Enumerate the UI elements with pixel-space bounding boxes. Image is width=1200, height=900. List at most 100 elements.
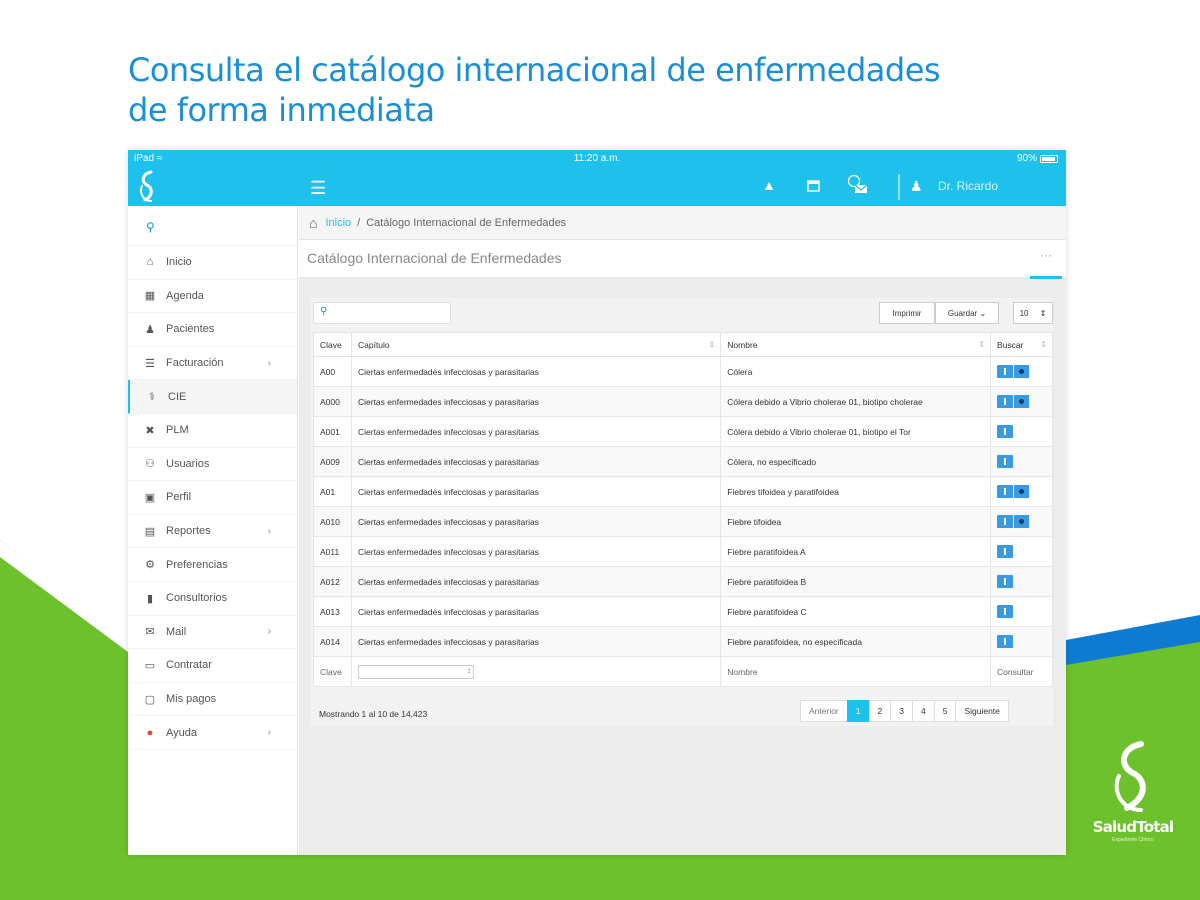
info-button-icon[interactable] [997,425,1014,438]
table-row[interactable]: A009 Ciertas enfermedades infecciosas y p… [313,446,1053,477]
info-button-icon[interactable] [997,455,1014,468]
table-row[interactable]: A012 Ciertas enfermedades infecciosas y p… [313,566,1053,597]
search-detail-button-icon[interactable] [1014,395,1030,408]
info-button-icon[interactable] [997,635,1014,648]
gear-icon: ⚙ [145,559,155,572]
consult-button[interactable]: Consultar [990,656,1053,687]
info-button-icon[interactable] [997,575,1014,588]
user-icon[interactable]: ♟ [910,178,923,195]
filter-capitulo-cell [350,656,722,687]
home-icon[interactable]: ⌂ [309,215,317,231]
alert-icon[interactable]: ▲ [758,174,780,196]
table-row[interactable]: A010 Ciertas enfermedades infecciosas y p… [313,506,1053,537]
search-detail-button-icon[interactable] [1014,365,1030,378]
battery-status: 90% [1017,153,1058,164]
sidebar-item-mail[interactable]: ✉ Mail › [128,616,297,650]
cell-nombre: Cólera debido a Vibrio cholerae 01, biot… [720,386,992,417]
sidebar-item-consultorios[interactable]: ▮ Consultorios [128,582,297,616]
cell-nombre: Fiebre paratifoidea, no especificada [720,626,992,657]
cell-buscar [990,536,1053,567]
sidebar-item-label: Facturación [166,357,224,370]
calendar-icon[interactable] [802,174,824,196]
search-detail-button-icon[interactable] [1014,515,1030,528]
cell-clave: A01 [313,476,352,507]
print-button[interactable]: Imprimir [879,302,935,324]
sidebar-item-facturacion[interactable]: ☰ Facturación › [128,347,297,381]
sidebar-item-cie[interactable]: ⚕ CIE [128,380,297,414]
sidebar-item-agenda[interactable]: ▦ Agenda [128,280,297,314]
column-header-nombre[interactable]: Nombre ⇕ [720,332,992,357]
table-row[interactable]: A013 Ciertas enfermedades infecciosas y p… [313,596,1053,627]
cell-clave: A009 [313,446,352,477]
search-detail-button-icon[interactable] [1014,485,1030,498]
cell-nombre: Fiebres tifoidea y paratifoidea [720,476,992,507]
sidebar-search[interactable]: ⚲ [128,206,297,246]
info-button-icon[interactable] [997,605,1014,618]
pagination-next-button[interactable]: Siguiente [955,700,1009,722]
cell-clave: A014 [313,626,352,657]
info-button-icon[interactable] [997,485,1014,498]
pagination-prev-button[interactable]: Anterior [800,700,848,722]
sidebar-item-plm[interactable]: ✖ PLM [128,414,297,448]
sidebar-item-contratar[interactable]: ▭ Contratar [128,649,297,683]
sort-icon: ⇕ [1040,340,1047,349]
more-options-icon[interactable]: ··· [1040,248,1052,262]
calendar-icon: ▦ [144,290,156,303]
table-row[interactable]: A014 Ciertas enfermedades infecciosas y p… [313,626,1053,657]
cell-capitulo: Ciertas enfermedades infecciosas y paras… [350,386,722,417]
page-size-select[interactable]: 10 ⇕ [1013,302,1053,324]
headline-line-2: de forma inmediata [128,91,435,129]
pagination-page-5[interactable]: 5 [933,700,957,722]
table-row[interactable]: A001 Ciertas enfermedades infecciosas y p… [313,416,1053,447]
sidebar-item-label: Reportes [166,525,211,538]
save-dropdown-button[interactable]: Guardar ⌄ [935,302,999,324]
sidebar-item-perfil[interactable]: ▣ Perfil [128,481,297,515]
user-name[interactable]: Dr. Ricardo [938,179,998,193]
column-header-clave[interactable]: Clave [313,332,352,357]
sidebar-item-label: Mis pagos [166,693,217,706]
app-header: ☰ ▲ ♟ Dr. Ricardo [128,168,1066,206]
pagination-page-4[interactable]: 4 [911,700,935,722]
table-search-input[interactable]: ⚲ [313,302,451,324]
help-icon: ● [146,726,154,739]
table-row[interactable]: A011 Ciertas enfermedades infecciosas y p… [313,536,1053,567]
sidebar-item-reportes[interactable]: ▤ Reportes › [128,515,297,549]
sidebar-item-ayuda[interactable]: ● Ayuda › [128,716,297,750]
breadcrumb-home-link[interactable]: Inicio [325,217,351,229]
cell-clave: A011 [313,536,352,567]
pagination-page-1[interactable]: 1 [846,700,870,722]
cell-buscar [990,566,1053,597]
table-row[interactable]: A00 Ciertas enfermedades infecciosas y pa… [313,356,1053,387]
info-button-icon[interactable] [997,545,1014,558]
column-header-buscar[interactable]: Buscar ⇕ [990,332,1053,357]
sidebar-item-label: PLM [166,424,189,437]
catalog-panel: ⚲ Imprimir Guardar ⌄ 10 ⇕ Clave Capítulo ⇕… [311,298,1053,726]
cell-clave: A013 [313,596,352,627]
invoice-icon: ☰ [145,357,155,370]
sidebar-item-label: Preferencias [166,558,228,571]
brand-subtitle: Expediente Clínico [1112,837,1154,843]
info-button-icon[interactable] [997,515,1014,528]
pagination-page-2[interactable]: 2 [868,700,892,722]
sidebar-item-inicio[interactable]: ⌂ Inicio [128,246,297,280]
info-button-icon[interactable] [997,365,1014,378]
pagination-page-3[interactable]: 3 [890,700,913,722]
column-header-capitulo[interactable]: Capítulo ⇕ [350,332,722,357]
menu-toggle-icon[interactable]: ☰ [310,178,326,199]
payments-icon: ▢ [144,693,156,706]
cell-buscar [990,356,1053,387]
filter-capitulo-select[interactable] [357,664,474,679]
sidebar-item-usuarios[interactable]: ⚇ Usuarios [128,448,297,482]
table-row[interactable]: A000 Ciertas enfermedades infecciosas y p… [313,386,1053,417]
table-row[interactable]: A01 Ciertas enfermedades infecciosas y pa… [313,476,1053,507]
table-header-row: Clave Capítulo ⇕ Nombre ⇕ Buscar ⇕ [313,332,1053,357]
sidebar-item-mis-pagos[interactable]: ▢ Mis pagos [128,683,297,717]
sidebar-item-preferencias[interactable]: ⚙ Preferencias [128,548,297,582]
info-button-icon[interactable] [997,395,1014,408]
sidebar-item-pacientes[interactable]: ♟ Pacientes [128,313,297,347]
cell-buscar [990,596,1053,627]
sort-icon: ⇕ [708,340,716,349]
cell-nombre: Fiebre paratifoidea B [720,566,992,597]
clock-mail-icon[interactable] [846,174,868,196]
battery-icon [1040,154,1058,163]
